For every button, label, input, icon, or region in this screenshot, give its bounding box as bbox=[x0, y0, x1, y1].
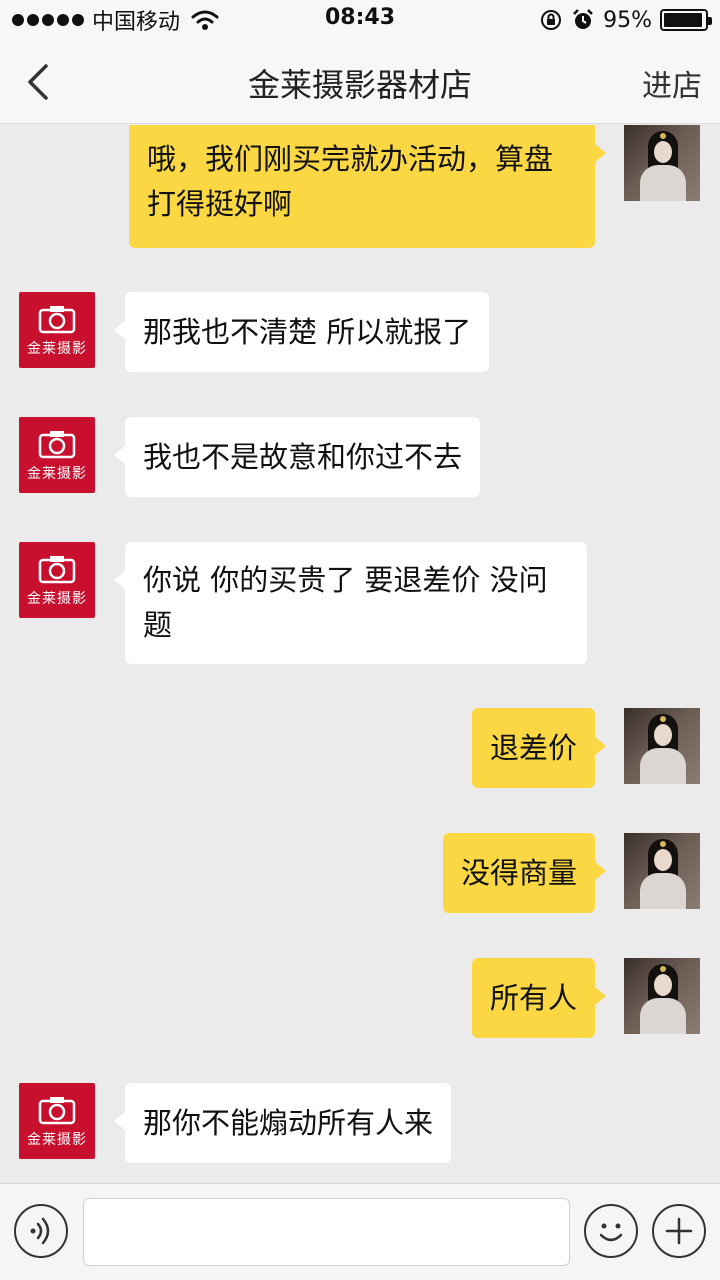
my-avatar[interactable] bbox=[624, 958, 700, 1034]
battery-icon bbox=[660, 9, 712, 31]
voice-button[interactable] bbox=[14, 1204, 68, 1258]
chat-list[interactable]: 哦，我们刚买完就办活动，算盘打得挺好啊 金莱摄影 那我也不清楚 所以就报了 金莱… bbox=[0, 125, 720, 1183]
emoji-icon bbox=[599, 1223, 623, 1242]
camera-icon bbox=[38, 556, 76, 584]
camera-icon bbox=[38, 431, 76, 459]
input-bar bbox=[0, 1183, 720, 1280]
shop-logo-text: 金莱摄影 bbox=[27, 341, 87, 357]
shop-avatar[interactable]: 金莱摄影 bbox=[19, 417, 95, 493]
message-bubble-outgoing[interactable]: 退差价 bbox=[471, 708, 607, 788]
message-bubble-outgoing[interactable]: 所有人 bbox=[471, 958, 607, 1038]
message-bubble-incoming[interactable]: 你说 你的买贵了 要退差价 没问题 bbox=[114, 542, 587, 664]
shop-logo-text: 金莱摄影 bbox=[27, 1132, 87, 1148]
nav-bar: 金莱摄影器材店 进店 bbox=[0, 40, 720, 124]
shop-avatar[interactable]: 金莱摄影 bbox=[19, 542, 95, 618]
message-bubble-outgoing[interactable]: 哦，我们刚买完就办活动，算盘打得挺好啊 bbox=[129, 125, 606, 248]
plus-icon bbox=[665, 1217, 693, 1245]
camera-icon bbox=[38, 306, 76, 334]
enter-shop-button[interactable]: 进店 bbox=[642, 61, 702, 105]
message-input[interactable] bbox=[83, 1198, 570, 1266]
shop-logo-text: 金莱摄影 bbox=[27, 591, 87, 607]
voice-icon bbox=[30, 1217, 50, 1245]
my-avatar[interactable] bbox=[624, 833, 700, 909]
shop-logo-text: 金莱摄影 bbox=[27, 466, 87, 482]
message-bubble-outgoing[interactable]: 没得商量 bbox=[442, 833, 607, 913]
alarm-icon bbox=[573, 9, 593, 29]
page-title: 金莱摄影器材店 bbox=[247, 66, 472, 104]
more-button[interactable] bbox=[652, 1204, 706, 1258]
shop-avatar[interactable]: 金莱摄影 bbox=[19, 292, 95, 368]
status-bar: 中国移动 08:43 95% bbox=[0, 0, 720, 40]
my-avatar[interactable] bbox=[624, 125, 700, 201]
message-bubble-incoming[interactable]: 我也不是故意和你过不去 bbox=[113, 417, 481, 497]
shop-avatar[interactable]: 金莱摄影 bbox=[19, 1083, 95, 1159]
my-avatar[interactable] bbox=[624, 708, 700, 784]
message-bubble-incoming[interactable]: 那我也不清楚 所以就报了 bbox=[113, 292, 490, 372]
emoji-button[interactable] bbox=[584, 1204, 638, 1258]
battery-percent: 95% bbox=[603, 7, 652, 33]
message-bubble-incoming[interactable]: 那你不能煽动所有人来 bbox=[113, 1083, 452, 1163]
status-right: 95% bbox=[539, 6, 712, 34]
camera-icon bbox=[38, 1097, 76, 1125]
rotation-lock-icon bbox=[541, 10, 562, 30]
